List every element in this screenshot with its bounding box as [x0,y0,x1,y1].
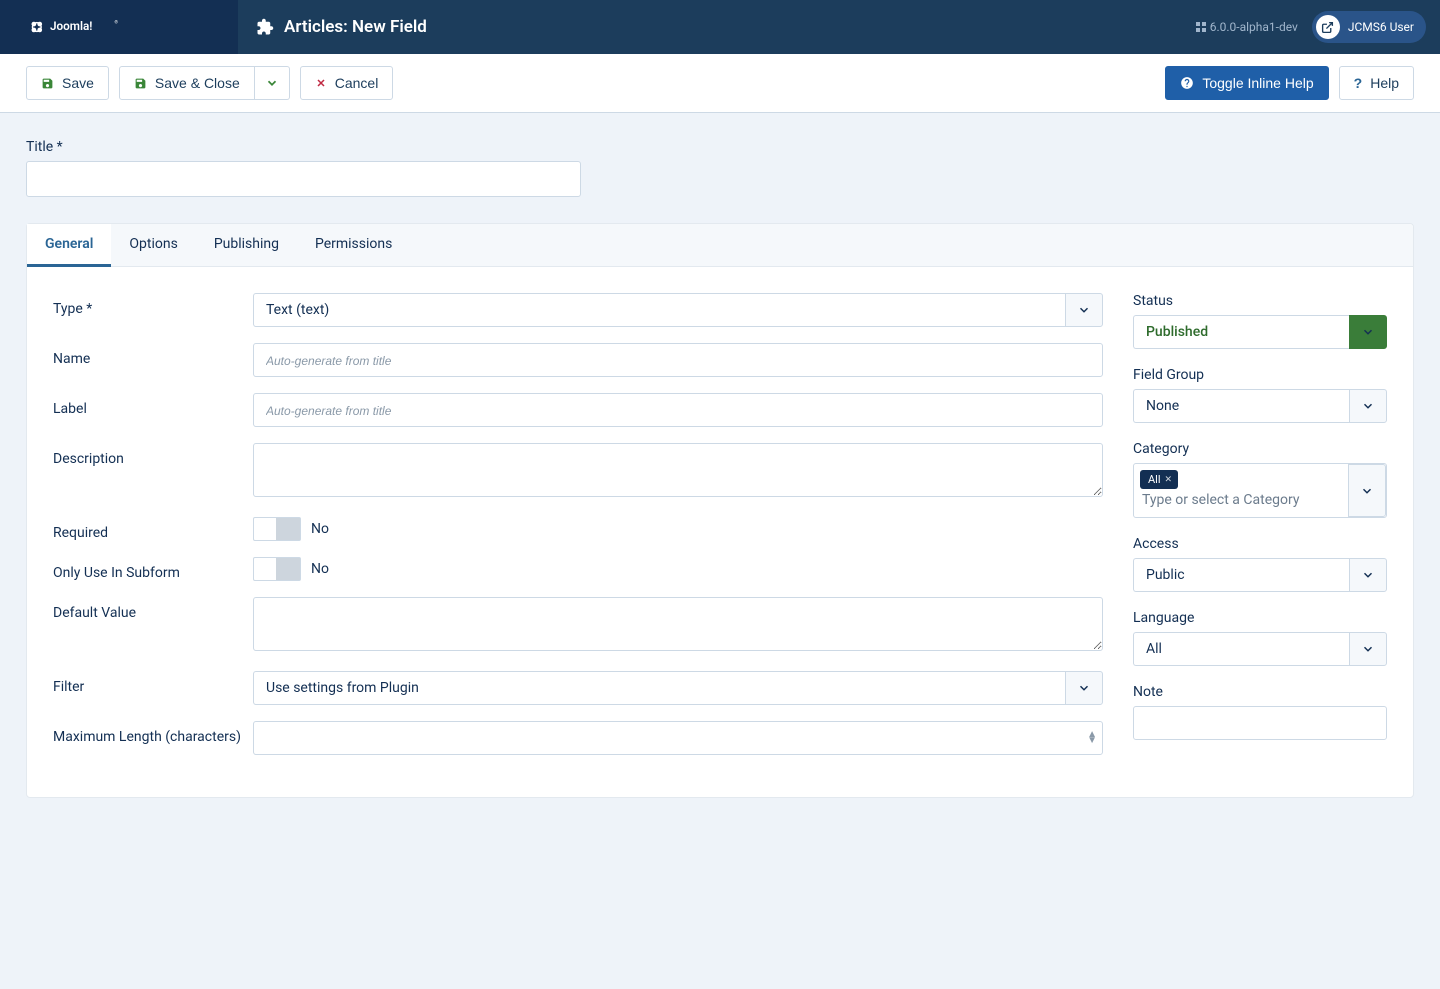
user-name: JCMS6 User [1348,20,1414,34]
language-label: Language [1133,610,1387,626]
type-label: Type * [53,293,253,317]
joomla-mini-icon [1196,22,1206,32]
tabs-container: General Options Publishing Permissions T… [26,223,1414,798]
svg-text:®: ® [115,19,119,25]
required-value: No [311,521,329,537]
chevron-down-icon [1349,558,1387,592]
save-close-button[interactable]: Save & Close [119,66,255,100]
note-input[interactable] [1133,706,1387,740]
type-select[interactable]: Text (text) [253,293,1103,327]
main-column: Type * Text (text) Name [53,293,1103,771]
maxlen-label: Maximum Length (characters) [53,721,253,745]
version-badge[interactable]: 6.0.0-alpha1-dev [1196,20,1298,34]
version-text: 6.0.0-alpha1-dev [1210,20,1298,34]
save-close-group: Save & Close [119,66,290,100]
status-select[interactable]: Published [1133,315,1387,349]
access-select[interactable]: Public [1133,558,1387,592]
tab-general[interactable]: General [27,224,111,267]
title-field-group: Title * [26,139,1414,197]
cancel-button[interactable]: Cancel [300,66,394,100]
topbar-right: 6.0.0-alpha1-dev JCMS6 User [1182,0,1440,54]
description-textarea[interactable] [253,443,1103,497]
chevron-down-icon [1065,293,1103,327]
access-label: Access [1133,536,1387,552]
maxlen-input[interactable] [253,721,1103,755]
default-label: Default Value [53,597,253,621]
status-label: Status [1133,293,1387,309]
language-select[interactable]: All [1133,632,1387,666]
toggle-inline-help-button[interactable]: Toggle Inline Help [1165,66,1328,100]
content-area: Title * General Options Publishing Permi… [0,113,1440,824]
subform-value: No [311,561,329,577]
description-label: Description [53,443,253,467]
chevron-down-icon [265,76,279,90]
subform-switch[interactable] [253,557,301,581]
svg-text:Joomla!: Joomla! [50,19,92,33]
category-placeholder: Type or select a Category [1140,489,1342,511]
title-label: Title * [26,139,1414,155]
tab-publishing[interactable]: Publishing [196,224,297,266]
subform-label: Only Use In Subform [53,557,253,581]
name-input[interactable] [253,343,1103,377]
label-label: Label [53,393,253,417]
fieldgroup-select[interactable]: None [1133,389,1387,423]
side-column: Status Published Field Group None [1133,293,1387,771]
title-input[interactable] [26,161,581,197]
note-label: Note [1133,684,1387,700]
toolbar: Save Save & Close Cancel Toggle Inline H… [0,54,1440,113]
filter-label: Filter [53,671,253,695]
tab-body: Type * Text (text) Name [27,267,1413,797]
tab-options[interactable]: Options [111,224,195,266]
required-switch[interactable] [253,517,301,541]
filter-select[interactable]: Use settings from Plugin [253,671,1103,705]
help-button[interactable]: ? Help [1339,66,1414,100]
joomla-logo-icon: Joomla! ® [18,16,148,38]
page-title-box: Articles: New Field [238,0,1182,54]
required-label: Required [53,517,253,541]
tag-remove-icon[interactable]: ✕ [1165,475,1173,485]
save-close-dropdown[interactable] [255,66,290,100]
external-link-icon [1316,15,1340,39]
tab-nav: General Options Publishing Permissions [27,224,1413,267]
fieldgroup-label: Field Group [1133,367,1387,383]
puzzle-icon [256,18,274,36]
save-button[interactable]: Save [26,66,109,100]
question-circle-icon [1180,76,1194,90]
top-header: Joomla! ® Articles: New Field 6.0.0-alph… [0,0,1440,54]
category-label: Category [1133,441,1387,457]
question-icon: ? [1354,75,1363,91]
chevron-down-icon [1349,315,1387,349]
label-input[interactable] [253,393,1103,427]
category-multiselect[interactable]: All ✕ Type or select a Category [1133,463,1387,518]
chevron-down-icon [1348,464,1386,517]
save-icon [41,77,54,90]
chevron-down-icon [1349,632,1387,666]
tab-permissions[interactable]: Permissions [297,224,410,266]
close-icon [315,77,327,89]
number-stepper[interactable]: ▲▼ [1087,732,1097,744]
chevron-down-icon [1349,389,1387,423]
category-tag[interactable]: All ✕ [1140,470,1178,489]
user-menu[interactable]: JCMS6 User [1312,11,1426,43]
name-label: Name [53,343,253,367]
page-title: Articles: New Field [284,17,427,37]
default-textarea[interactable] [253,597,1103,651]
brand-box[interactable]: Joomla! ® [0,0,238,54]
chevron-down-icon [1065,671,1103,705]
save-icon [134,77,147,90]
